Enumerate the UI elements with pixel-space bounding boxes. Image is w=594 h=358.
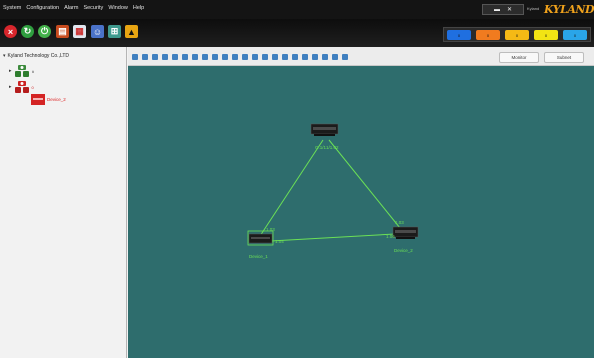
port-label: 1.06 <box>386 234 395 239</box>
move-tool-icon[interactable] <box>142 54 148 60</box>
export-icon[interactable] <box>272 54 278 60</box>
expand-icon[interactable]: ▸ <box>9 68 12 74</box>
line-icon[interactable] <box>262 54 268 60</box>
select-tool-icon[interactable] <box>132 54 138 60</box>
tree-node-device-2[interactable]: Device_2 <box>31 94 66 105</box>
user-icon[interactable]: ☺ <box>91 25 104 38</box>
power-icon[interactable]: ⏻ <box>38 25 51 38</box>
text-tool-icon[interactable] <box>172 54 178 60</box>
port-label: 1/1.02 <box>326 145 339 150</box>
link-tool-icon[interactable] <box>152 54 158 60</box>
alarm-indicator-lightblue[interactable]: 0 <box>563 30 587 40</box>
stop-icon[interactable]: × <box>4 25 17 38</box>
topology-drawing: G.1/1 1/1.02 1.03 1.04 1.03 1.06 Device_… <box>247 123 419 259</box>
zoom-reset-icon[interactable] <box>232 54 238 60</box>
menu-window[interactable]: Window <box>108 5 128 11</box>
brand-text: Kyland <box>527 6 540 11</box>
menu-items: System Configuration Alarm Security Wind… <box>3 5 144 11</box>
topology-device-1[interactable] <box>247 230 274 246</box>
device-group-icon <box>14 65 29 77</box>
minimize-icon[interactable]: ▬ <box>494 7 500 13</box>
print-icon[interactable] <box>282 54 288 60</box>
network-icon[interactable]: ⊞ <box>108 25 121 38</box>
delete-tool-icon[interactable] <box>162 54 168 60</box>
alarm-indicator-amber[interactable]: 0 <box>505 30 529 40</box>
alarm-indicator-yellow[interactable]: 0 <box>534 30 558 40</box>
device-label: Device_1 <box>249 254 268 259</box>
topology-canvas[interactable]: G.1/1 1/1.02 1.03 1.04 1.03 1.06 Device_… <box>128 66 594 358</box>
lock-icon[interactable] <box>302 54 308 60</box>
refresh-icon[interactable]: ↻ <box>21 25 34 38</box>
menu-system[interactable]: System <box>3 5 21 11</box>
pan-icon[interactable] <box>252 54 258 60</box>
menu-alarm[interactable]: Alarm <box>64 5 78 11</box>
port-label: 1.03 <box>395 220 404 225</box>
zoom-fit-icon[interactable] <box>222 54 228 60</box>
tree-root[interactable]: ▾ Kyland Technology Co.,LTD <box>3 53 69 59</box>
zoom-in-icon[interactable] <box>202 54 208 60</box>
device-icon <box>31 94 45 105</box>
device-tree-panel: ▾ Kyland Technology Co.,LTD ▸ ∧ ▸ 0 Devi… <box>0 47 127 358</box>
link-top-left[interactable] <box>259 139 324 237</box>
alarm-indicator-orange[interactable]: 0 <box>476 30 500 40</box>
tab-monitor[interactable]: Monitor <box>499 52 539 63</box>
tree-node-group-1[interactable]: ▸ ∧ <box>9 64 34 78</box>
align-icon[interactable] <box>292 54 298 60</box>
properties-icon[interactable] <box>342 54 348 60</box>
window-controls: ▬ ✕ <box>482 4 524 15</box>
tree-node-mark: ∧ <box>31 68 35 74</box>
menu-help[interactable]: Help <box>133 5 144 11</box>
port-label: 1.03 <box>266 227 275 232</box>
topology-device-top[interactable] <box>310 123 339 136</box>
alarm-indicator-strip: 0 0 0 0 0 <box>443 27 591 42</box>
expand-icon[interactable]: ▸ <box>9 84 12 90</box>
application-window: System Configuration Alarm Security Wind… <box>0 0 594 358</box>
menu-bar: System Configuration Alarm Security Wind… <box>0 0 594 19</box>
link-left-right[interactable] <box>270 233 396 242</box>
tree-node-mark: 0 <box>31 84 34 90</box>
menu-security[interactable]: Security <box>83 5 103 11</box>
expand-icon[interactable]: ▾ <box>3 53 6 59</box>
tab-subnet[interactable]: Subnet <box>544 52 584 63</box>
device-label: Device_2 <box>394 248 413 253</box>
save-layout-icon[interactable] <box>182 54 188 60</box>
warning-icon[interactable]: ▲ <box>125 25 138 38</box>
grid-icon[interactable] <box>192 54 198 60</box>
layer-icon[interactable] <box>312 54 318 60</box>
topology-toolbar: Monitor Subnet <box>128 47 594 66</box>
close-icon[interactable]: ✕ <box>507 6 512 13</box>
forward-icon[interactable] <box>322 54 328 60</box>
port-label: G.1/1 <box>315 145 327 150</box>
report-icon[interactable]: ▦ <box>73 25 86 38</box>
port-label: 1.04 <box>275 239 284 244</box>
tree-node-label: Device_2 <box>47 97 66 102</box>
backward-icon[interactable] <box>332 54 338 60</box>
topology-device-2[interactable] <box>392 226 419 239</box>
link-top-right[interactable] <box>328 139 401 229</box>
tree-root-label: Kyland Technology Co.,LTD <box>7 53 70 59</box>
alarm-indicator-blue[interactable]: 0 <box>447 30 471 40</box>
device-list-icon[interactable]: ▤ <box>56 25 69 38</box>
alarm-group-icon <box>14 81 29 93</box>
menu-configuration[interactable]: Configuration <box>26 5 59 11</box>
brand-logo: KYLAND <box>544 3 594 16</box>
tree-node-group-2[interactable]: ▸ 0 <box>9 80 34 94</box>
find-icon[interactable] <box>242 54 248 60</box>
zoom-out-icon[interactable] <box>212 54 218 60</box>
